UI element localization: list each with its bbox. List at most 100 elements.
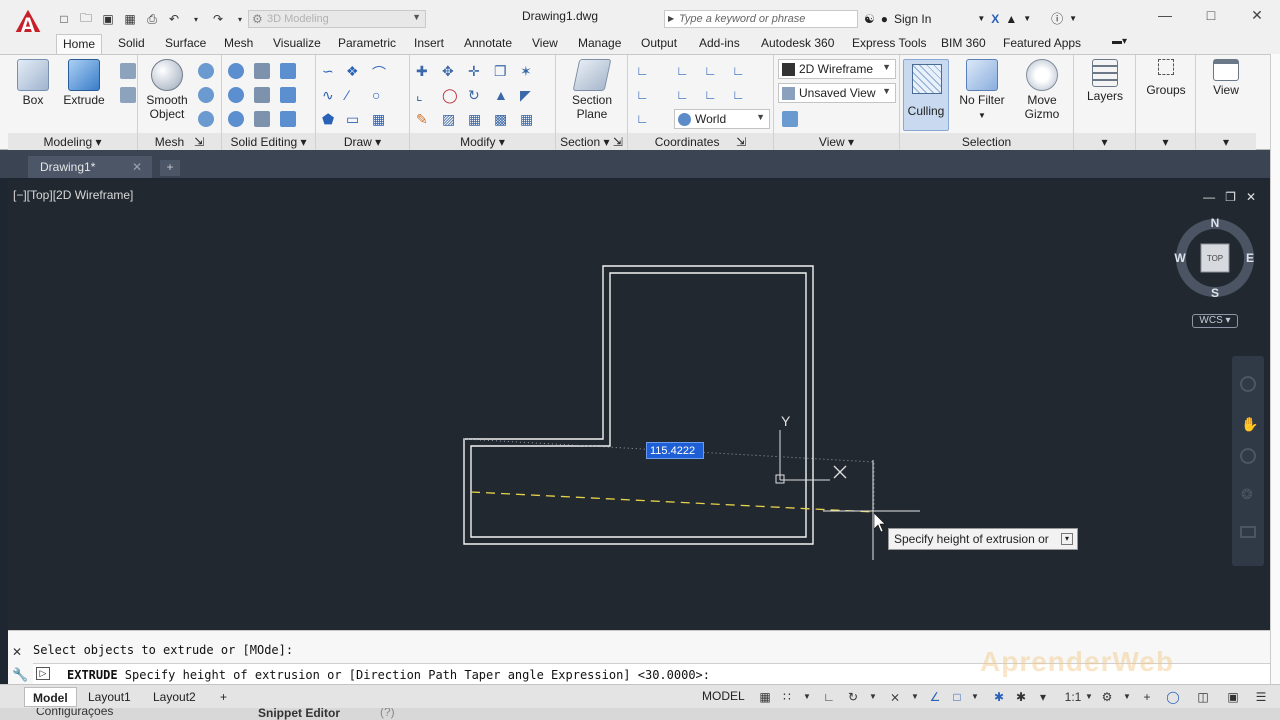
- 3d-polyline-icon[interactable]: ❖: [346, 63, 362, 79]
- close-icon[interactable]: ✕: [12, 645, 22, 659]
- chevron-down-icon[interactable]: ▾: [1036, 690, 1050, 704]
- presspull-icon[interactable]: [120, 87, 136, 103]
- move-icon[interactable]: ✛: [468, 63, 484, 79]
- 3d-move-icon[interactable]: ✥: [442, 63, 458, 79]
- layout-tab-layout2[interactable]: Layout2: [145, 687, 204, 707]
- plot-icon[interactable]: ⎙: [144, 11, 160, 27]
- panel-title-section[interactable]: Section ▾ ⇲: [556, 133, 627, 151]
- polar-icon[interactable]: ↻: [846, 690, 860, 704]
- panel-title-solid-editing[interactable]: Solid Editing ▾: [222, 133, 315, 151]
- tab-parametric[interactable]: Parametric: [338, 34, 396, 54]
- chevron-down-icon[interactable]: ▼: [1023, 14, 1031, 23]
- tab-insert[interactable]: Insert: [414, 34, 444, 54]
- chevron-down-icon[interactable]: ▼: [1082, 690, 1096, 704]
- clean-screen-icon[interactable]: ▣: [1226, 690, 1240, 704]
- chevron-down-icon[interactable]: ▼: [1069, 14, 1077, 23]
- tab-surface[interactable]: Surface: [165, 34, 206, 54]
- document-tab-drawing1[interactable]: Drawing1* ✕: [28, 156, 152, 178]
- undo-dropdown-icon[interactable]: ▾: [188, 11, 204, 27]
- tab-solid[interactable]: Solid: [118, 34, 145, 54]
- separate-icon[interactable]: [280, 111, 296, 127]
- line-icon[interactable]: ∕: [346, 87, 362, 103]
- tab-autodesk-360[interactable]: Autodesk 360: [761, 34, 834, 54]
- panel-title-view[interactable]: View ▾: [774, 133, 899, 151]
- tab-view[interactable]: View: [532, 34, 558, 54]
- smooth-object-button[interactable]: Smooth Object: [144, 59, 190, 121]
- smooth-less-icon[interactable]: [198, 87, 214, 103]
- culling-button[interactable]: Culling: [903, 59, 949, 131]
- ucs-object-icon[interactable]: ∟: [704, 87, 720, 103]
- union-icon[interactable]: [228, 63, 244, 79]
- rotate-icon[interactable]: ↻: [468, 87, 484, 103]
- chevron-down-icon[interactable]: ▼: [968, 690, 982, 704]
- tab-annotate[interactable]: Annotate: [464, 34, 512, 54]
- save-icon[interactable]: ▣: [100, 11, 116, 27]
- view-button[interactable]: View: [1202, 59, 1250, 97]
- close-icon[interactable]: ✕: [1234, 0, 1280, 30]
- stretch-icon[interactable]: ▲: [494, 87, 510, 103]
- erase-icon[interactable]: ✎: [416, 111, 432, 127]
- scale-icon[interactable]: ❐: [494, 63, 510, 79]
- interfere-icon[interactable]: [254, 63, 270, 79]
- chevron-down-icon[interactable]: ▼: [908, 690, 922, 704]
- extrude-button[interactable]: Extrude: [62, 59, 106, 107]
- ucs-x-icon[interactable]: ∟: [676, 63, 692, 79]
- customization-icon[interactable]: ☰: [1254, 690, 1268, 704]
- compass-west[interactable]: W: [1174, 251, 1186, 265]
- tab-output[interactable]: Output: [641, 34, 677, 54]
- annotation-visibility-icon[interactable]: ✱: [992, 690, 1006, 704]
- search-input[interactable]: ▶ Type a keyword or phrase: [664, 10, 858, 28]
- save-as-icon[interactable]: ▦: [122, 11, 138, 27]
- ucs-face-icon[interactable]: ∟: [636, 111, 652, 127]
- explode-icon[interactable]: ✶: [520, 63, 536, 79]
- isolate-objects-icon[interactable]: ◯: [1166, 690, 1180, 704]
- minimize-icon[interactable]: —: [1142, 0, 1188, 30]
- tab-home[interactable]: Home: [56, 34, 103, 54]
- slice-icon[interactable]: [254, 87, 270, 103]
- chevron-down-icon[interactable]: ▼: [1120, 690, 1134, 704]
- zoom-icon[interactable]: [1240, 448, 1256, 464]
- 3d-align-icon[interactable]: ▨: [442, 111, 458, 127]
- redo-dropdown-icon[interactable]: ▾: [232, 11, 248, 27]
- pan-icon[interactable]: ✋: [1241, 416, 1258, 434]
- snap-icon[interactable]: ∷: [780, 690, 794, 704]
- tab-bim-360[interactable]: BIM 360: [941, 34, 986, 54]
- plus-icon[interactable]: +: [1140, 690, 1154, 704]
- sign-in-link[interactable]: Sign In: [894, 12, 931, 26]
- ribbon-options-icon[interactable]: ▬▾: [1112, 34, 1127, 54]
- extract-edges-icon[interactable]: [280, 63, 296, 79]
- smooth-more-icon[interactable]: [198, 63, 214, 79]
- ucs-3point-icon[interactable]: ∟: [732, 87, 748, 103]
- options-icon[interactable]: ▾: [1061, 533, 1073, 545]
- binoculars-icon[interactable]: ☯: [864, 12, 875, 26]
- move-gizmo-button[interactable]: Move Gizmo: [1016, 59, 1068, 121]
- ucs-origin-icon[interactable]: ∟: [636, 87, 652, 103]
- tab-add-ins[interactable]: Add-ins: [699, 34, 740, 54]
- fillet-icon[interactable]: ⌞: [416, 87, 432, 103]
- panel-title-modeling[interactable]: Modeling ▾: [8, 133, 137, 151]
- compass-south[interactable]: S: [1211, 286, 1219, 300]
- groups-expand[interactable]: ▾: [1136, 133, 1195, 151]
- box-button[interactable]: Box: [14, 59, 52, 107]
- viewcube[interactable]: TOP N S E W: [1174, 212, 1254, 302]
- ucs-view-icon[interactable]: ∟: [676, 87, 692, 103]
- l-shape-inner[interactable]: [470, 272, 807, 538]
- rectangle-icon[interactable]: ▭: [346, 111, 362, 127]
- ucs-z-icon[interactable]: ∟: [732, 63, 748, 79]
- ortho-icon[interactable]: ∟: [822, 690, 836, 704]
- view-expand[interactable]: ▾: [1196, 133, 1256, 151]
- command-prompt-icon[interactable]: ▷: [36, 667, 50, 680]
- compass-east[interactable]: E: [1246, 251, 1254, 265]
- compass-north[interactable]: N: [1211, 216, 1220, 230]
- panel-title-draw[interactable]: Draw ▾: [316, 133, 409, 151]
- drawing-canvas[interactable]: Y: [8, 180, 1270, 630]
- chevron-down-icon[interactable]: ▼: [866, 690, 880, 704]
- model-space-button[interactable]: MODEL: [702, 689, 745, 703]
- tab-mesh[interactable]: Mesh: [224, 34, 253, 54]
- tab-featured-apps[interactable]: Featured Apps: [1003, 34, 1081, 54]
- panel-title-selection[interactable]: Selection: [900, 133, 1073, 151]
- groups-button[interactable]: Groups: [1142, 59, 1190, 97]
- subtract-icon[interactable]: [228, 87, 244, 103]
- thicken-icon[interactable]: [254, 111, 270, 127]
- offset-icon[interactable]: ◤: [520, 87, 536, 103]
